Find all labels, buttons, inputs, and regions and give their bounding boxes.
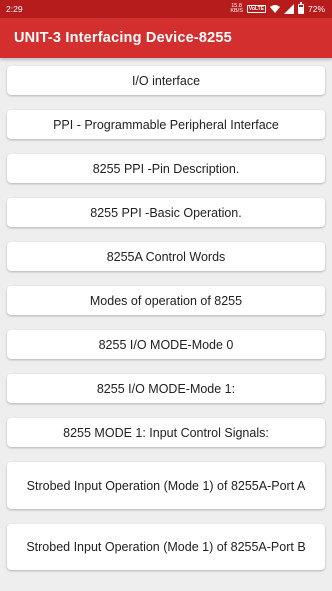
topic-label: Modes of operation of 8255 bbox=[89, 293, 243, 308]
topic-label: I/O interface bbox=[131, 73, 201, 88]
topic-label: 8255 I/O MODE-Mode 0 bbox=[98, 337, 234, 352]
status-icons: 15.8 KB/S VoLTE 72% bbox=[230, 2, 325, 14]
topic-item[interactable]: PPI - Programmable Peripheral Interface bbox=[7, 110, 325, 139]
battery-icon bbox=[297, 2, 304, 14]
topic-item[interactable]: 8255 PPI -Basic Operation. bbox=[7, 198, 325, 227]
topic-label: 8255 PPI -Pin Description. bbox=[92, 161, 240, 176]
topic-item[interactable]: Modes of operation of 8255 bbox=[7, 286, 325, 315]
signal-icon bbox=[283, 4, 294, 14]
net-speed-unit: KB/S bbox=[230, 8, 243, 14]
topic-item[interactable]: 8255 PPI -Pin Description. bbox=[7, 154, 325, 183]
topic-item[interactable]: 8255 MODE 1: Input Control Signals: bbox=[7, 418, 325, 447]
status-bar: 2:29 15.8 KB/S VoLTE 72% bbox=[0, 0, 332, 18]
topic-item[interactable]: Strobed Input Operation (Mode 1) of 8255… bbox=[7, 524, 325, 570]
topic-label: PPI - Programmable Peripheral Interface bbox=[53, 117, 279, 132]
battery-percent: 72% bbox=[307, 4, 325, 14]
page-title: UNIT-3 Interfacing Device-8255 bbox=[14, 30, 232, 46]
topic-label: Strobed Input Operation (Mode 1) of 8255… bbox=[26, 478, 306, 493]
status-time: 2:29 bbox=[6, 4, 23, 14]
topic-item[interactable]: I/O interface bbox=[7, 66, 325, 95]
topic-item[interactable]: 8255 I/O MODE-Mode 1: bbox=[7, 374, 325, 403]
topic-label: Strobed Input Operation (Mode 1) of 8255… bbox=[26, 540, 306, 554]
topic-item[interactable]: Strobed Input Operation (Mode 1) of 8255… bbox=[7, 462, 325, 509]
topic-label: 8255A Control Words bbox=[106, 249, 226, 264]
topic-label: 8255 I/O MODE-Mode 1: bbox=[96, 381, 236, 396]
topic-item[interactable]: 8255 I/O MODE-Mode 0 bbox=[7, 330, 325, 359]
wifi-icon bbox=[269, 5, 280, 13]
net-speed-indicator: 15.8 KB/S bbox=[230, 3, 243, 14]
topic-list: I/O interface PPI - Programmable Periphe… bbox=[0, 58, 332, 591]
app-bar: UNIT-3 Interfacing Device-8255 bbox=[0, 18, 332, 58]
topic-label: 8255 PPI -Basic Operation. bbox=[90, 205, 242, 220]
topic-item[interactable]: 8255A Control Words bbox=[7, 242, 325, 271]
topic-label: 8255 MODE 1: Input Control Signals: bbox=[63, 425, 269, 440]
volte-badge: VoLTE bbox=[246, 5, 266, 13]
